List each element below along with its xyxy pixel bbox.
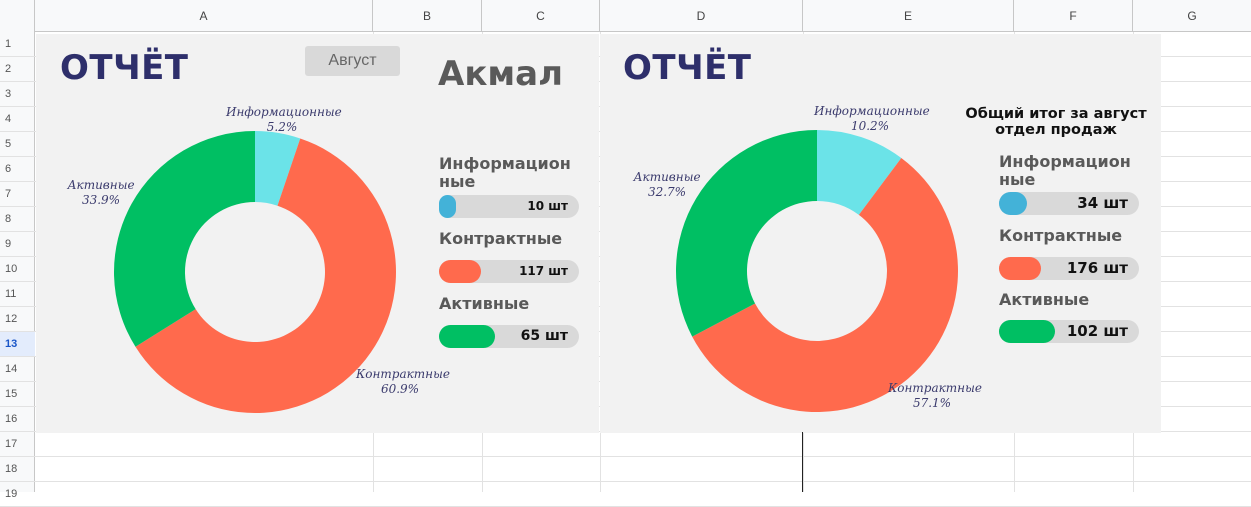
row-header-17[interactable]: 17 xyxy=(0,432,35,457)
progress-fill xyxy=(439,325,495,348)
slice-active xyxy=(114,131,255,347)
row-header-2[interactable]: 2 xyxy=(0,57,35,82)
row-header-3[interactable]: 3 xyxy=(0,82,35,107)
donut-label-informational: Информационные 5.2% xyxy=(226,105,342,135)
count-value: 176 шт xyxy=(1066,259,1128,277)
slice-name: Информационные xyxy=(226,105,342,119)
column-header-b[interactable]: B xyxy=(373,0,482,32)
row-header-11[interactable]: 11 xyxy=(0,282,35,307)
slice-percent: 32.7% xyxy=(647,185,687,199)
progress-bar-informational: 34 шт xyxy=(999,192,1139,215)
slice-active xyxy=(676,130,817,337)
progress-fill xyxy=(439,195,456,218)
category-label-contract: Контрактные xyxy=(999,226,1123,245)
donut-label-informational: Информационные 10.2% xyxy=(814,104,930,134)
select-all-corner[interactable] xyxy=(0,0,35,32)
count-value: 117 шт xyxy=(519,264,568,278)
progress-bar-active: 102 шт xyxy=(999,320,1139,343)
column-header-bar: A B C D E F G xyxy=(0,0,1251,32)
category-label-contract: Контрактные xyxy=(439,229,563,248)
row-header-19[interactable]: 19 xyxy=(0,482,35,507)
row-header-5[interactable]: 5 xyxy=(0,132,35,157)
category-label-active: Активные xyxy=(999,290,1090,309)
progress-bar-active: 65 шт xyxy=(439,325,579,348)
slice-name: Контрактные xyxy=(888,381,982,395)
progress-fill xyxy=(999,320,1055,343)
slice-percent: 33.9% xyxy=(81,193,121,207)
grid-row-line xyxy=(35,456,1251,457)
slice-percent: 57.1% xyxy=(912,396,952,410)
category-label-informational: Информацион ные xyxy=(439,154,571,191)
column-header-e[interactable]: E xyxy=(803,0,1014,32)
row-header-8[interactable]: 8 xyxy=(0,207,35,232)
row-header-18[interactable]: 18 xyxy=(0,457,35,482)
report-panel-sales-total: ОТЧЁТ Общий итог за август отдел продаж … xyxy=(600,34,1161,433)
column-header-g[interactable]: G xyxy=(1133,0,1251,32)
slice-name: Контрактные xyxy=(356,367,450,381)
count-value: 34 шт xyxy=(1077,194,1128,212)
slice-percent: 5.2% xyxy=(266,120,298,134)
row-header-7[interactable]: 7 xyxy=(0,182,35,207)
category-label-informational: Информацион ные xyxy=(999,152,1131,189)
column-header-f[interactable]: F xyxy=(1014,0,1133,32)
row-header-13[interactable]: 13 xyxy=(0,332,35,357)
donut-label-active: Активные 33.9% xyxy=(66,178,136,208)
slice-name: Активные xyxy=(633,170,701,184)
count-value: 102 шт xyxy=(1066,322,1128,340)
column-header-a[interactable]: A xyxy=(35,0,373,32)
progress-bar-informational: 10 шт xyxy=(439,195,579,218)
column-divider xyxy=(802,432,803,492)
row-header-16[interactable]: 16 xyxy=(0,407,35,432)
row-header-14[interactable]: 14 xyxy=(0,357,35,382)
progress-fill xyxy=(999,257,1041,280)
row-header-6[interactable]: 6 xyxy=(0,157,35,182)
report-panel-akmal: ОТЧЁТ Август Акмал Информационные 5.2% А… xyxy=(36,34,599,433)
category-label-active: Активные xyxy=(439,294,530,313)
donut-label-contract: Контрактные 60.9% xyxy=(356,367,450,397)
progress-fill xyxy=(999,192,1027,215)
count-value: 10 шт xyxy=(527,199,568,213)
slice-name: Активные xyxy=(67,178,135,192)
row-header-10[interactable]: 10 xyxy=(0,257,35,282)
donut-label-contract: Контрактные 57.1% xyxy=(888,381,982,411)
column-header-c[interactable]: C xyxy=(482,0,600,32)
row-header-12[interactable]: 12 xyxy=(0,307,35,332)
slice-percent: 60.9% xyxy=(380,382,420,396)
slice-name: Информационные xyxy=(814,104,930,118)
row-header-9[interactable]: 9 xyxy=(0,232,35,257)
row-header-bar: 1 2 3 4 5 6 7 8 9 10 11 12 13 14 15 16 17 18 19 xyxy=(0,32,35,507)
progress-bar-contract: 176 шт xyxy=(999,257,1139,280)
slice-percent: 10.2% xyxy=(850,119,890,133)
progress-fill xyxy=(439,260,481,283)
count-value: 65 шт xyxy=(520,328,568,344)
grid-row-line xyxy=(35,481,1251,482)
row-header-4[interactable]: 4 xyxy=(0,107,35,132)
donut-label-active: Активные 32.7% xyxy=(632,170,702,200)
progress-bar-contract: 117 шт xyxy=(439,260,579,283)
row-header-1[interactable]: 1 xyxy=(0,32,35,57)
column-header-d[interactable]: D xyxy=(600,0,803,32)
row-header-15[interactable]: 15 xyxy=(0,382,35,407)
